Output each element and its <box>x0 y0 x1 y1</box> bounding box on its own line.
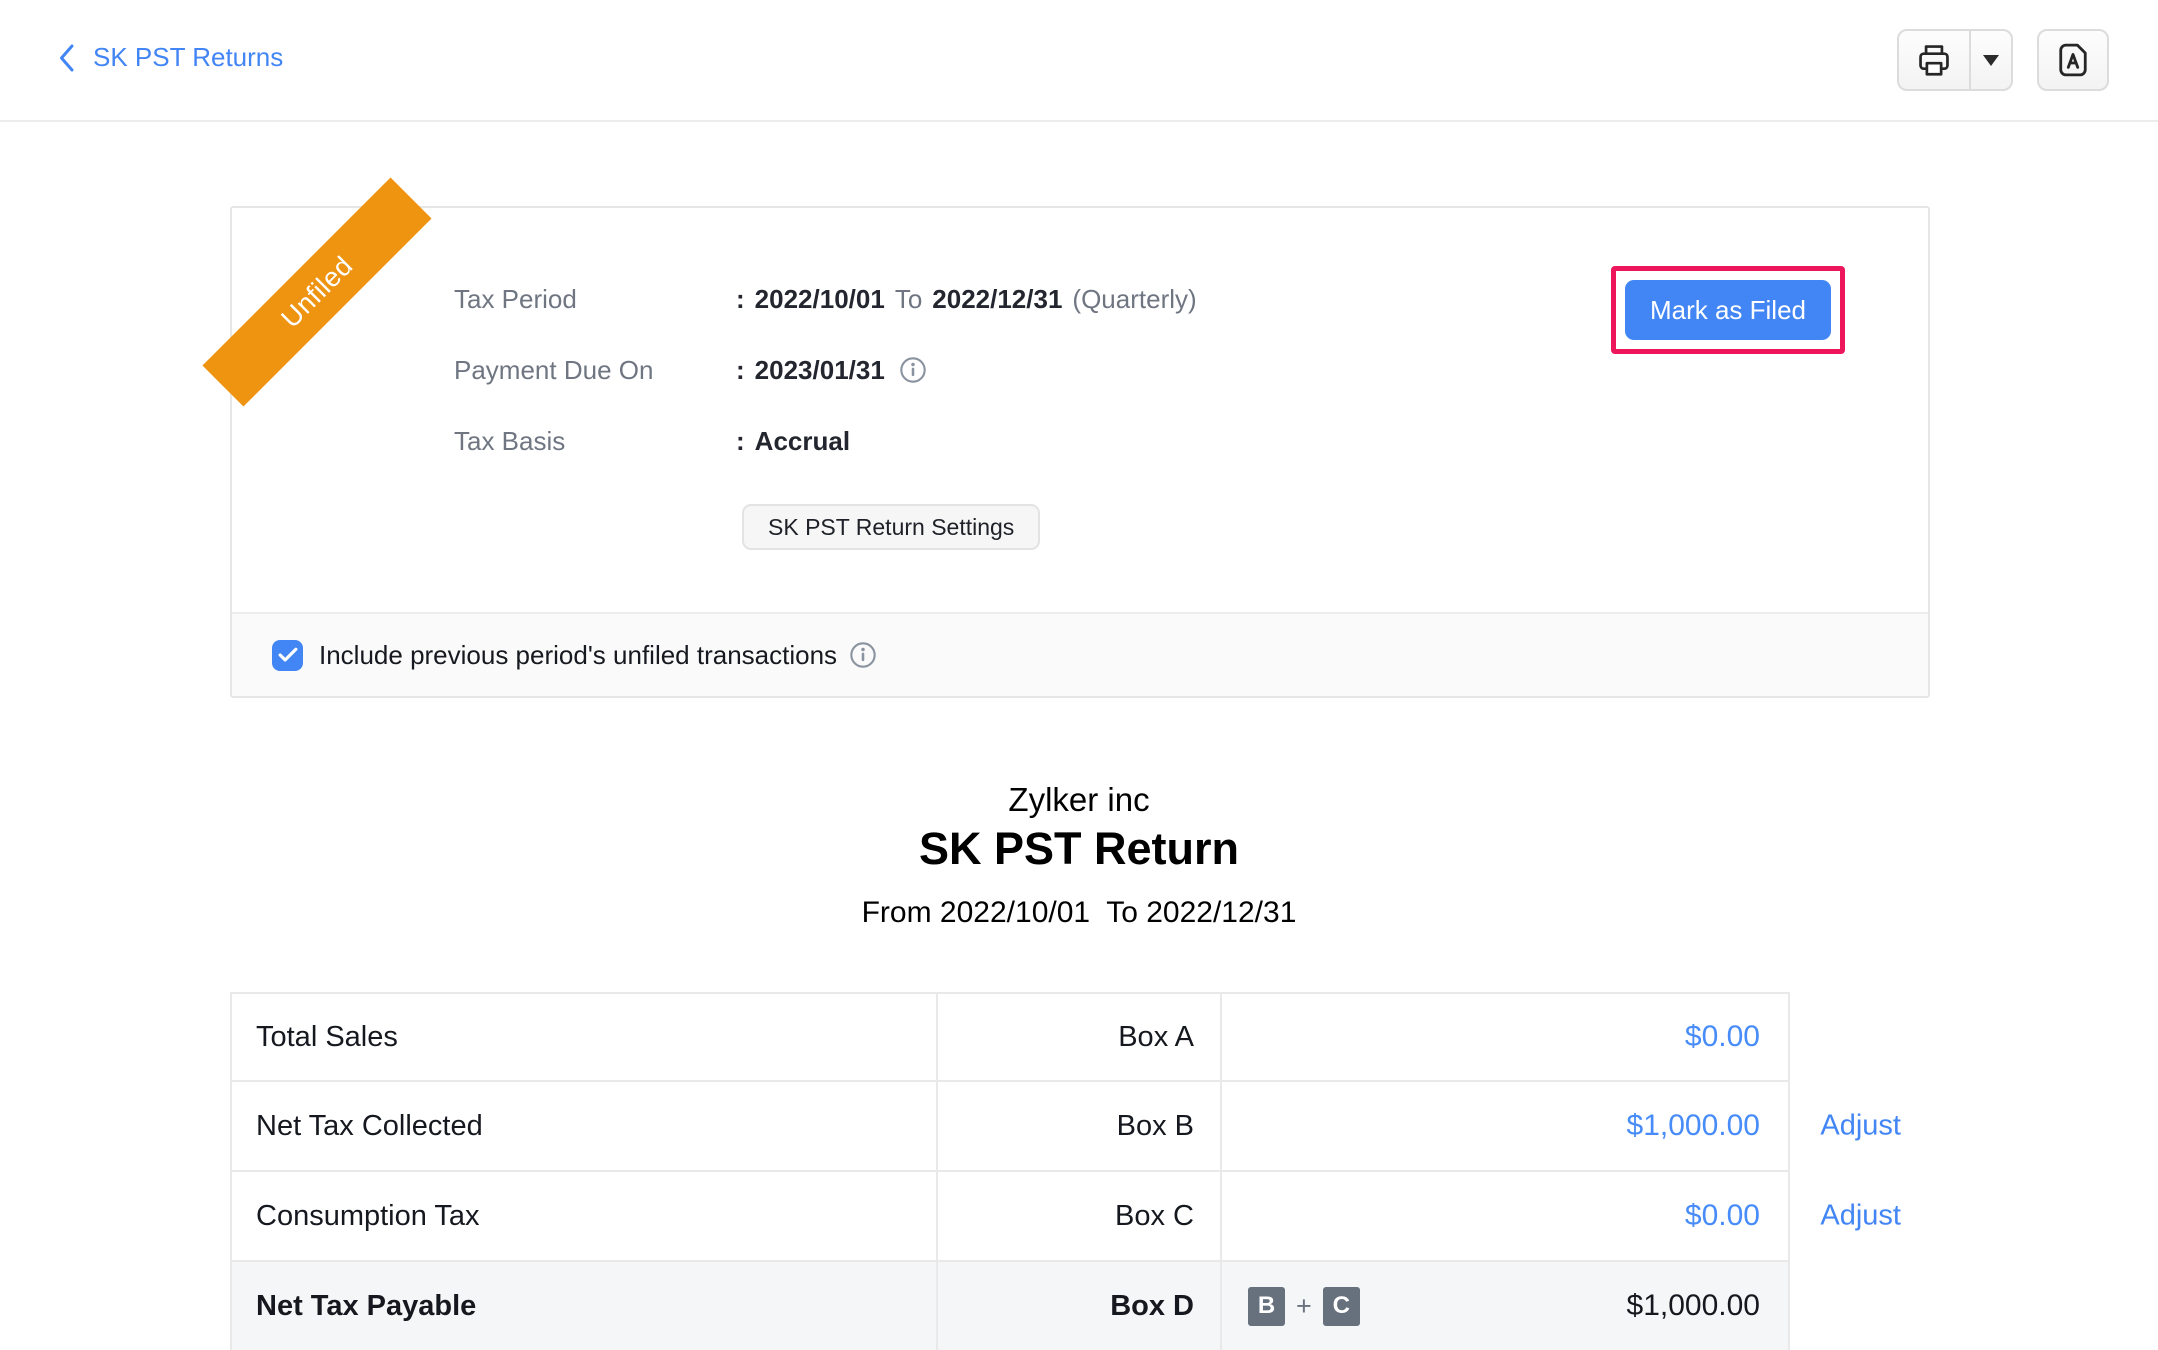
tax-period-to: 2022/12/31 <box>932 284 1062 315</box>
row-box: Box A <box>938 994 1222 1080</box>
badge-box-b: B <box>1248 1287 1285 1326</box>
row-box: Box D <box>938 1262 1222 1350</box>
chevron-left-icon <box>55 43 77 73</box>
row-label: Net Tax Payable <box>232 1262 938 1350</box>
tax-return-table: Total Sales Box A $0.00 Net Tax Collecte… <box>230 992 1790 1350</box>
formula-badges: B + C <box>1248 1287 1360 1326</box>
table-row-consumption-tax: Consumption Tax Box C $0.00 Adjust <box>232 1170 1788 1260</box>
printer-icon <box>1914 41 1954 79</box>
mark-as-filed-highlight: Mark as Filed <box>1611 266 1845 354</box>
adjust-link-box-c[interactable]: Adjust <box>1820 1200 1901 1233</box>
tax-info-fields: Tax Period : 2022/10/01 To 2022/12/31 (Q… <box>454 282 1197 495</box>
tax-basis-text: Accrual <box>755 426 850 457</box>
table-row-net-tax-collected: Net Tax Collected Box B $1,000.00 Adjust <box>232 1080 1788 1170</box>
info-circle-icon[interactable] <box>849 641 877 669</box>
tax-basis-value: : Accrual <box>736 426 850 457</box>
tax-period-value: : 2022/10/01 To 2022/12/31 (Quarterly) <box>736 284 1197 315</box>
colon: : <box>736 355 745 386</box>
row-amount: $1,000.00 <box>1627 1289 1760 1323</box>
report-header: Zylker inc SK PST Return From 2022/10/01… <box>0 781 2158 931</box>
row-amount: $0.00 <box>1685 1199 1760 1233</box>
mark-as-filed-button[interactable]: Mark as Filed <box>1625 280 1831 340</box>
report-title: SK PST Return <box>0 823 2158 875</box>
info-circle-icon[interactable] <box>899 356 927 384</box>
unfiled-status-label: Unfiled <box>275 250 359 334</box>
plus-operator: + <box>1296 1291 1312 1322</box>
row-box: Box C <box>938 1172 1222 1260</box>
include-previous-label: Include previous period's unfiled transa… <box>319 640 837 671</box>
tax-period-row: Tax Period : 2022/10/01 To 2022/12/31 (Q… <box>454 282 1197 316</box>
sk-pst-return-settings-button[interactable]: SK PST Return Settings <box>742 504 1040 550</box>
tax-period-to-word: To <box>895 284 922 315</box>
payment-due-value: : 2023/01/31 <box>736 355 927 386</box>
adjust-link-box-b[interactable]: Adjust <box>1820 1110 1901 1143</box>
colon: : <box>736 284 745 315</box>
unfiled-status-ribbon: Unfiled <box>202 177 431 406</box>
payment-due-date: 2023/01/31 <box>755 355 885 386</box>
payment-due-row: Payment Due On : 2023/01/31 <box>454 353 1197 387</box>
row-label: Net Tax Collected <box>232 1082 938 1170</box>
row-label: Total Sales <box>232 994 938 1080</box>
payment-due-label: Payment Due On <box>454 355 736 386</box>
tax-basis-label: Tax Basis <box>454 426 736 457</box>
export-pdf-button[interactable] <box>2037 29 2109 91</box>
tax-return-summary-card: Unfiled Tax Period : 2022/10/01 To 2022/… <box>230 206 1930 698</box>
top-bar: SK PST Returns <box>0 0 2158 122</box>
colon: : <box>736 426 745 457</box>
mark-as-filed-label: Mark as Filed <box>1650 295 1806 326</box>
table-row-total-sales: Total Sales Box A $0.00 <box>232 994 1788 1080</box>
print-options-button[interactable] <box>1971 31 2011 89</box>
print-split-button <box>1897 29 2013 91</box>
caret-down-icon <box>1983 55 1999 74</box>
table-row-net-tax-payable: Net Tax Payable Box D B + C $1,000.00 <box>232 1260 1788 1350</box>
row-box: Box B <box>938 1082 1222 1170</box>
tax-basis-row: Tax Basis : Accrual <box>454 424 1197 458</box>
back-link-label: SK PST Returns <box>93 42 283 73</box>
checkmark-icon <box>278 647 298 663</box>
settings-button-label: SK PST Return Settings <box>768 514 1014 541</box>
row-amount: $1,000.00 <box>1627 1109 1760 1143</box>
include-previous-period-strip: Include previous period's unfiled transa… <box>232 612 1928 696</box>
row-amount: $0.00 <box>1685 1020 1760 1054</box>
badge-box-c: C <box>1323 1287 1360 1326</box>
company-name: Zylker inc <box>0 781 2158 819</box>
pdf-document-icon <box>2052 39 2094 81</box>
print-button[interactable] <box>1899 31 1971 89</box>
include-previous-checkbox[interactable] <box>272 640 303 671</box>
row-label: Consumption Tax <box>232 1172 938 1260</box>
back-link-sk-pst-returns[interactable]: SK PST Returns <box>55 42 283 73</box>
report-period: From 2022/10/01 To 2022/12/31 <box>0 895 2158 931</box>
tax-period-from: 2022/10/01 <box>755 284 885 315</box>
tax-period-label: Tax Period <box>454 284 736 315</box>
tax-period-frequency: (Quarterly) <box>1072 284 1196 315</box>
